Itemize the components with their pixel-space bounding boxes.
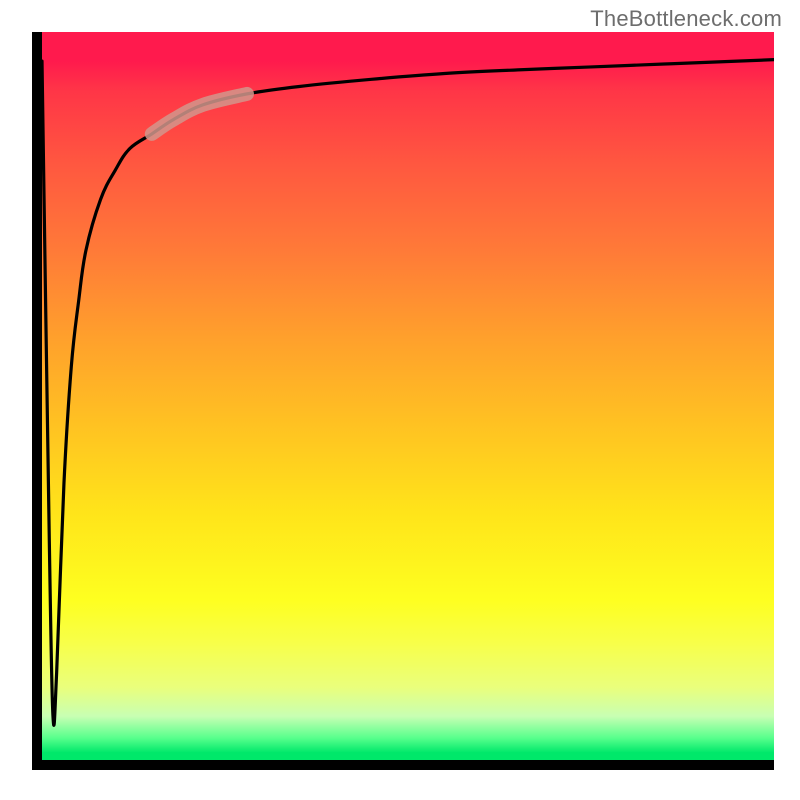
watermark-text: TheBottleneck.com	[590, 6, 782, 32]
chart-plot-area	[42, 32, 774, 760]
bottleneck-curve	[42, 60, 774, 726]
x-axis	[32, 760, 774, 770]
highlight-segment	[152, 94, 247, 134]
y-axis	[32, 32, 42, 770]
chart-frame: TheBottleneck.com	[0, 0, 800, 800]
